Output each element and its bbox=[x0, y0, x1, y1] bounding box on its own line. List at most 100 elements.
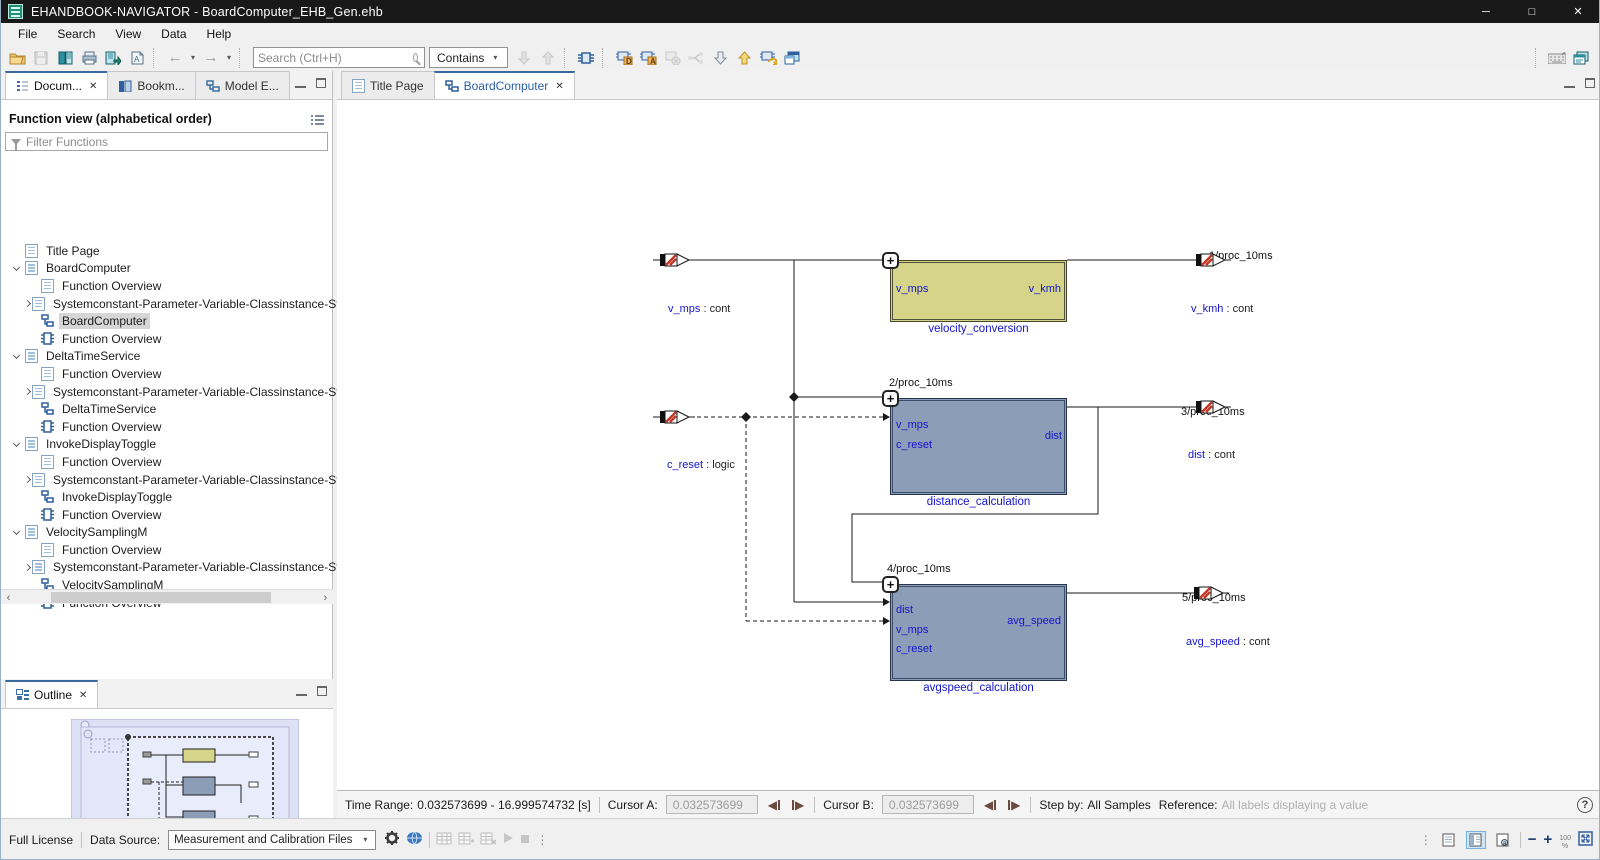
start-measurement-button[interactable] bbox=[502, 832, 514, 847]
expander-icon[interactable] bbox=[25, 477, 30, 482]
tree-item[interactable]: Function Overview bbox=[1, 418, 333, 436]
tree-item[interactable]: Systemconstant-Parameter-Variable-Classi… bbox=[1, 559, 333, 577]
search-input[interactable] bbox=[258, 51, 413, 65]
data-source-connect-button[interactable] bbox=[406, 831, 423, 848]
next-match-button[interactable] bbox=[512, 46, 536, 70]
tab-boardcomputer[interactable]: BoardComputer ✕ bbox=[434, 71, 575, 99]
zoom-in-button[interactable]: + bbox=[1544, 831, 1553, 848]
page-with-sidebar-view-button[interactable] bbox=[1466, 831, 1486, 849]
ehandbook-button[interactable] bbox=[53, 46, 77, 70]
stop-measurement-button[interactable] bbox=[520, 833, 530, 847]
output-probe-dist[interactable] bbox=[1189, 399, 1231, 415]
tree-item[interactable]: InvokeDisplayToggle bbox=[1, 488, 333, 506]
tree-item-boardcomputer[interactable]: BoardComputer bbox=[1, 260, 333, 278]
minimize-button[interactable]: ─ bbox=[1463, 0, 1509, 23]
block-distance-calculation[interactable]: v_mps c_reset dist bbox=[890, 398, 1067, 495]
single-page-view-button[interactable] bbox=[1439, 831, 1459, 849]
fit-to-window-button[interactable] bbox=[1578, 831, 1593, 849]
tab-title-page[interactable]: Title Page bbox=[341, 71, 435, 99]
previous-match-button[interactable] bbox=[536, 46, 560, 70]
view-menu-icon[interactable] bbox=[311, 114, 324, 125]
tree-item[interactable]: DeltaTimeService bbox=[1, 400, 333, 418]
open-in-new-window-button[interactable] bbox=[780, 46, 804, 70]
expand-block-button[interactable]: + bbox=[882, 390, 899, 407]
input-probe-c-reset[interactable] bbox=[653, 409, 695, 425]
maximize-panel-icon[interactable] bbox=[316, 78, 326, 88]
close-icon[interactable]: ✕ bbox=[555, 81, 563, 92]
cursor-a-previous-button[interactable]: ◀ bbox=[766, 797, 782, 813]
hide-labels-button[interactable] bbox=[660, 46, 684, 70]
close-icon[interactable]: ✕ bbox=[89, 81, 97, 92]
expander-icon[interactable] bbox=[25, 565, 30, 570]
measure-grid-add-button[interactable] bbox=[458, 832, 474, 848]
close-button[interactable]: ✕ bbox=[1555, 0, 1600, 23]
menu-help[interactable]: Help bbox=[198, 25, 241, 43]
tab-model-explorer[interactable]: Model E... bbox=[195, 71, 290, 99]
measure-config-button[interactable] bbox=[480, 832, 496, 848]
settings-button[interactable] bbox=[384, 830, 400, 849]
expand-block-button[interactable]: + bbox=[882, 576, 899, 593]
show-all-labels-button[interactable]: A bbox=[636, 46, 660, 70]
overflow-icon[interactable]: ⋮ bbox=[536, 833, 548, 847]
block-velocity-conversion[interactable]: v_mps v_kmh bbox=[890, 260, 1067, 322]
input-probe-v-mps[interactable] bbox=[653, 252, 695, 268]
tree-item[interactable]: Function Overview bbox=[1, 541, 333, 559]
tree-item-velocitysamplingm[interactable]: VelocitySamplingM bbox=[1, 524, 333, 542]
data-source-dropdown[interactable]: Measurement and Calibration Files ▾ bbox=[168, 830, 376, 850]
tree-item-deltatimeservice[interactable]: DeltaTimeService bbox=[1, 348, 333, 366]
menu-search[interactable]: Search bbox=[48, 25, 104, 43]
minimize-panel-icon[interactable] bbox=[295, 79, 306, 88]
minimize-panel-icon[interactable] bbox=[1564, 79, 1575, 88]
pdf-export-button[interactable]: A bbox=[125, 46, 149, 70]
expander-icon[interactable] bbox=[25, 389, 30, 394]
cursor-b-next-button[interactable]: ▶ bbox=[1006, 797, 1022, 813]
cursor-a-next-button[interactable]: ▶ bbox=[790, 797, 806, 813]
filter-functions-input[interactable] bbox=[26, 135, 322, 149]
back-button[interactable]: ← bbox=[163, 46, 187, 70]
expander-icon[interactable] bbox=[9, 443, 23, 446]
maximize-button[interactable]: □ bbox=[1509, 0, 1555, 23]
zoom-reset-button[interactable]: 100 % bbox=[1559, 829, 1571, 850]
forward-button[interactable]: → bbox=[199, 46, 223, 70]
tab-outline[interactable]: Outline ✕ bbox=[5, 680, 98, 708]
tree-item-boardcomputer-diagram[interactable]: BoardComputer bbox=[1, 312, 333, 330]
cursor-a-input[interactable] bbox=[666, 795, 758, 814]
print-button[interactable] bbox=[77, 46, 101, 70]
expander-icon[interactable] bbox=[9, 355, 23, 358]
tree-item[interactable]: Function Overview bbox=[1, 277, 333, 295]
model-view-button[interactable] bbox=[574, 46, 598, 70]
maximize-panel-icon[interactable] bbox=[317, 686, 327, 696]
cursor-b-input[interactable] bbox=[882, 795, 974, 814]
split-view-button[interactable] bbox=[684, 46, 708, 70]
menu-view[interactable]: View bbox=[106, 25, 150, 43]
tree-item[interactable]: Function Overview bbox=[1, 453, 333, 471]
zoom-out-button[interactable]: − bbox=[1528, 831, 1537, 848]
tree-item[interactable]: Systemconstant-Parameter-Variable-Classi… bbox=[1, 295, 333, 313]
expander-icon[interactable] bbox=[9, 267, 23, 270]
expander-icon[interactable] bbox=[25, 301, 30, 306]
show-data-labels-button[interactable]: D bbox=[612, 46, 636, 70]
block-avgspeed-calculation[interactable]: dist v_mps c_reset avg_speed bbox=[890, 584, 1067, 681]
window-layout-button[interactable] bbox=[1569, 46, 1593, 70]
expander-icon[interactable] bbox=[9, 531, 23, 534]
minimize-panel-icon[interactable] bbox=[296, 687, 307, 696]
cursor-b-previous-button[interactable]: ◀ bbox=[982, 797, 998, 813]
save-button[interactable] bbox=[29, 46, 53, 70]
back-history-dropdown[interactable]: ▾ bbox=[187, 46, 199, 70]
tree-item[interactable]: Function Overview bbox=[1, 365, 333, 383]
tab-documents[interactable]: Docum... ✕ bbox=[5, 71, 108, 99]
menu-file[interactable]: File bbox=[9, 25, 46, 43]
step-out-button[interactable] bbox=[732, 46, 756, 70]
export-book-button[interactable] bbox=[101, 46, 125, 70]
search-mode-dropdown[interactable]: Contains ▾ bbox=[429, 47, 508, 68]
tree-item[interactable]: Systemconstant-Parameter-Variable-Classi… bbox=[1, 471, 333, 489]
reload-model-button[interactable] bbox=[756, 46, 780, 70]
keyboard-shortcuts-button[interactable] bbox=[1545, 46, 1569, 70]
scrollbar-thumb[interactable] bbox=[51, 592, 271, 603]
step-into-button[interactable] bbox=[708, 46, 732, 70]
help-icon[interactable]: ? bbox=[1577, 797, 1593, 813]
maximize-panel-icon[interactable] bbox=[1585, 78, 1595, 88]
close-icon[interactable]: ✕ bbox=[79, 690, 87, 701]
output-probe-avg-speed[interactable] bbox=[1187, 585, 1229, 601]
tree-item[interactable]: Function Overview bbox=[1, 506, 333, 524]
